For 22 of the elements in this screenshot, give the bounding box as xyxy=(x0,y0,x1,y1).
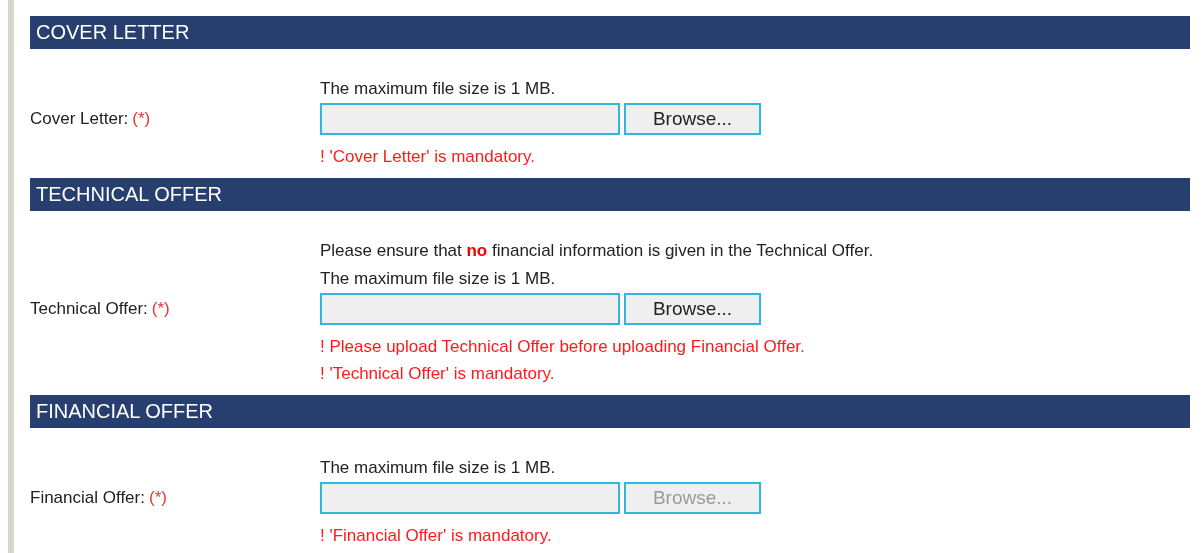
browse-button[interactable]: Browse... xyxy=(624,103,761,135)
required-mark: (*) xyxy=(151,299,170,319)
required-mark: (*) xyxy=(148,488,167,508)
error-message: ! Please upload Technical Offer before uploading Financial Offer. xyxy=(320,336,806,358)
note-text: The maximum file size is 1 MB. xyxy=(320,268,557,290)
file-path-field[interactable] xyxy=(320,293,620,325)
section-header: COVER LETTER xyxy=(30,16,1190,49)
required-mark: (*) xyxy=(132,109,151,129)
error-message: ! 'Technical Offer' is mandatory. xyxy=(320,363,556,385)
field-label: Technical Offer: xyxy=(30,299,148,319)
section-header: FINANCIAL OFFER xyxy=(30,395,1190,428)
field-label: Cover Letter: xyxy=(30,109,129,129)
file-path-field[interactable] xyxy=(320,103,620,135)
note-text: The maximum file size is 1 MB. xyxy=(320,457,557,479)
section-header: TECHNICAL OFFER xyxy=(30,178,1190,211)
error-message: ! 'Cover Letter' is mandatory. xyxy=(320,146,536,168)
note-text: The maximum file size is 1 MB. xyxy=(320,78,557,100)
field-label: Financial Offer: xyxy=(30,488,145,508)
browse-button[interactable]: Browse... xyxy=(624,293,761,325)
file-path-field[interactable] xyxy=(320,482,620,514)
error-message: ! 'Financial Offer' is mandatory. xyxy=(320,525,553,547)
note-text: Please ensure that no financial information is given in the Technical Offer. xyxy=(320,240,875,262)
